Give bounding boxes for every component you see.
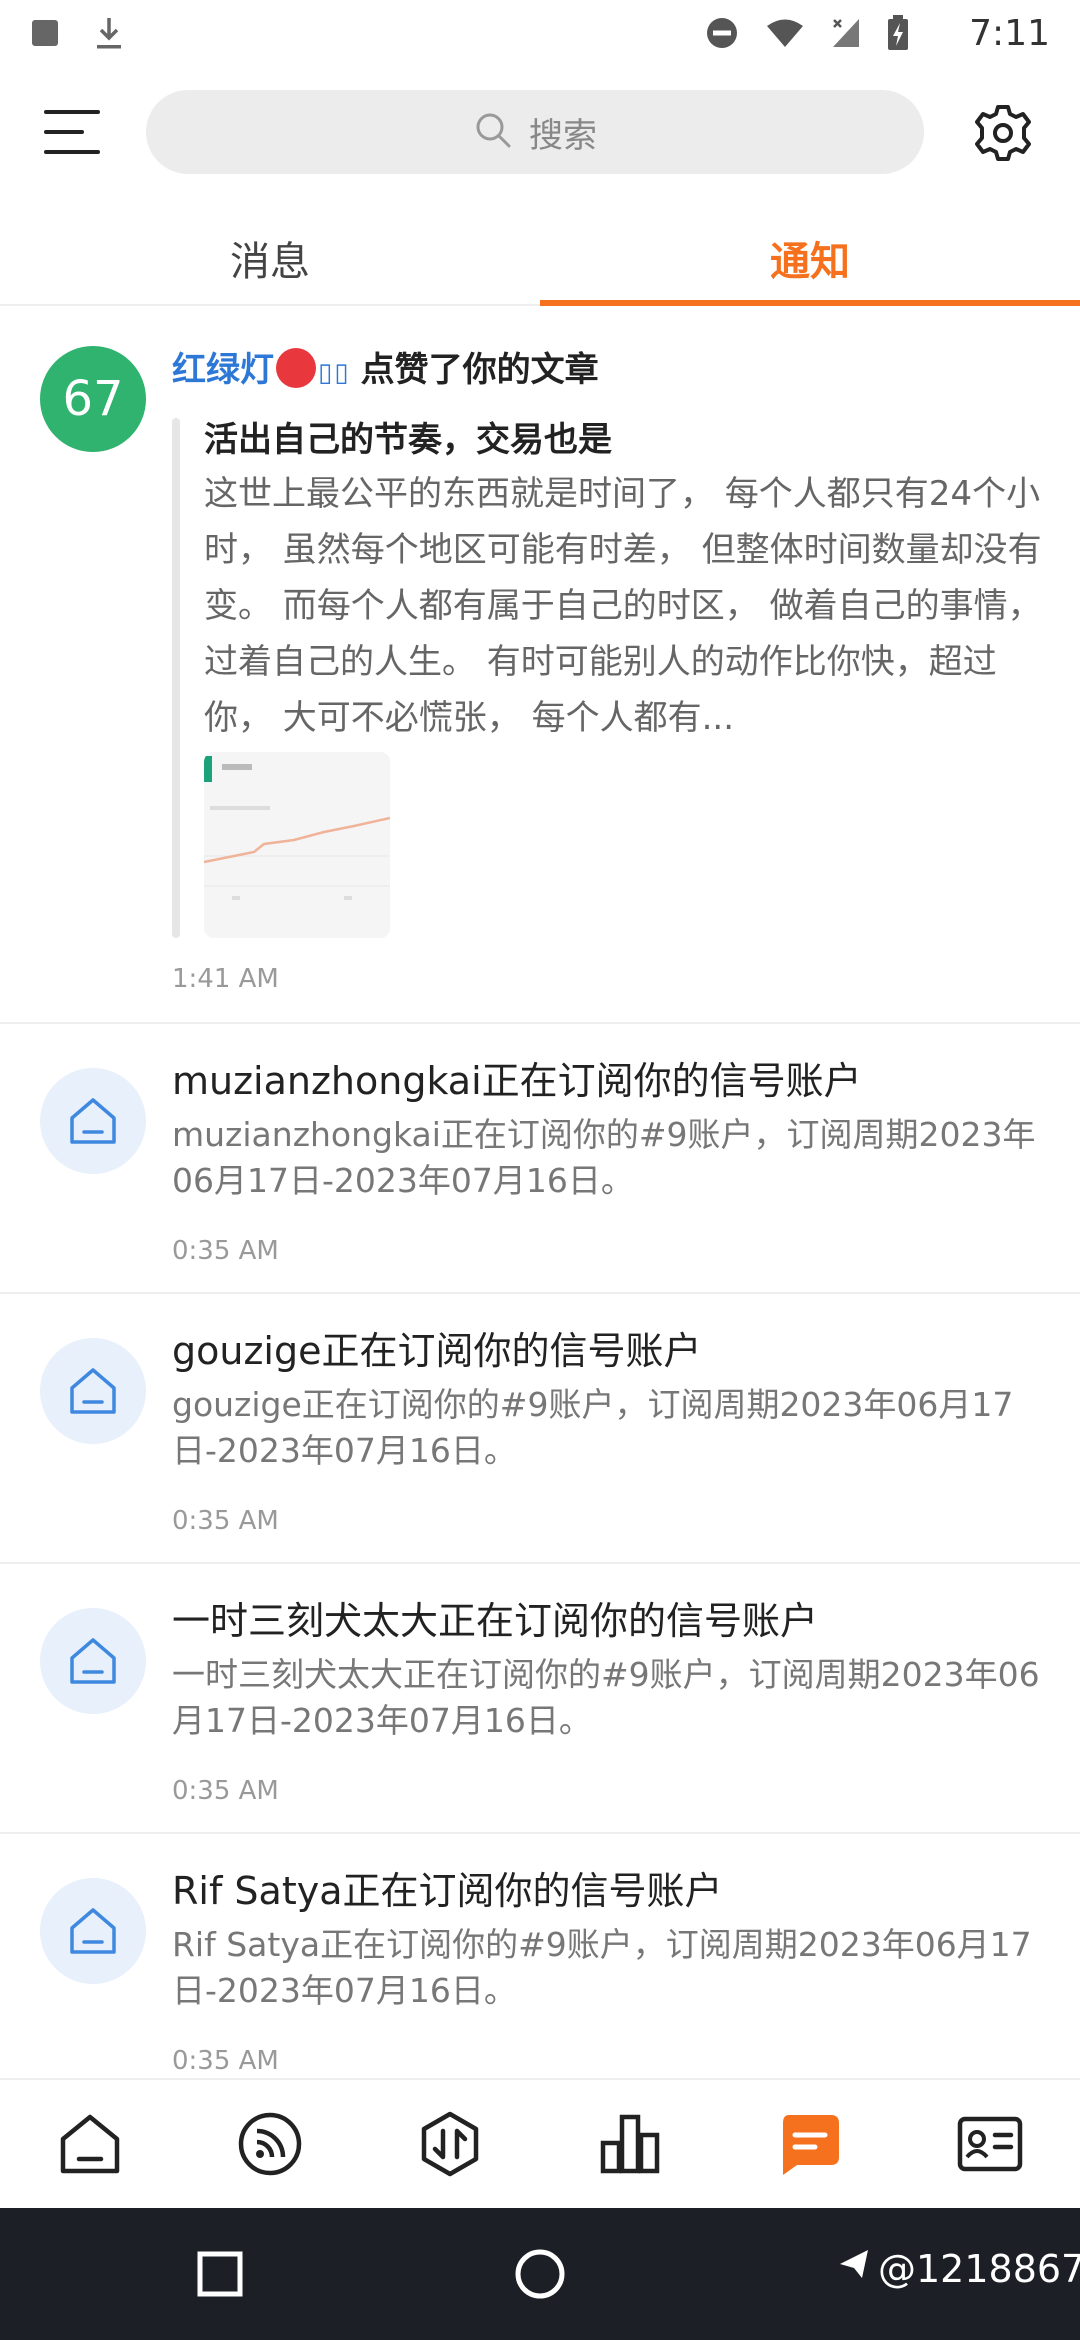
avatar[interactable]: 67 xyxy=(40,346,146,452)
notification-title: Rif Satya正在订阅你的信号账户 xyxy=(172,1869,723,1913)
messages-icon[interactable] xyxy=(720,2080,900,2208)
like-user-name[interactable]: 红绿灯 xyxy=(172,350,274,390)
watermark-logo-icon xyxy=(836,2246,872,2291)
emoji-placeholder-icon: ▯▯ xyxy=(318,358,351,388)
watermark: @1218867 xyxy=(836,2246,1080,2291)
search-placeholder: 搜索 xyxy=(529,115,597,156)
download-icon xyxy=(94,16,124,50)
feed-icon[interactable] xyxy=(180,2080,360,2208)
house-icon xyxy=(40,1878,146,1984)
article-title[interactable]: 活出自己的节奏，交易也是 xyxy=(204,412,612,461)
like-title: 红绿灯 ▯▯ 点赞了你的文章 xyxy=(172,342,599,391)
do-not-disturb-icon xyxy=(705,16,739,50)
like-notification[interactable]: 67 红绿灯 ▯▯ 点赞了你的文章 活出自己的节奏，交易也是 这世上最公平的东西就是… xyxy=(0,308,1080,1024)
top-bar: 搜索 xyxy=(0,88,1080,176)
house-icon xyxy=(40,1338,146,1444)
house-icon xyxy=(40,1608,146,1714)
bottom-navigation xyxy=(0,2078,1080,2208)
settings-gear-icon[interactable] xyxy=(972,102,1034,164)
active-tab-indicator xyxy=(540,300,1080,306)
chart-icon[interactable] xyxy=(540,2080,720,2208)
profile-card-icon[interactable] xyxy=(900,2080,1080,2208)
status-bar: 7:11 xyxy=(0,0,1080,66)
system-navigation-bar: @1218867 xyxy=(0,2208,1080,2340)
square-notification-icon xyxy=(30,18,60,48)
wifi-icon xyxy=(765,17,805,49)
tab-messages[interactable]: 消息 xyxy=(0,210,540,306)
like-action: 点赞了你的文章 xyxy=(360,350,599,390)
notification-body: 一时三刻犬太大正在订阅你的#9账户，订阅周期2023年06月17日-2023年0… xyxy=(172,1655,1040,1740)
notification-list: 67 红绿灯 ▯▯ 点赞了你的文章 活出自己的节奏，交易也是 这世上最公平的东西就是… xyxy=(0,308,1080,2078)
subscription-notification[interactable]: gouzige正在订阅你的信号账户 gouzige正在订阅你的#9账户，订阅周期… xyxy=(0,1294,1080,1564)
status-time: 7:11 xyxy=(969,12,1050,54)
article-thumbnail[interactable] xyxy=(204,752,390,938)
battery-charging-icon xyxy=(887,15,909,51)
watermark-text: @1218867 xyxy=(878,2246,1080,2291)
search-input[interactable]: 搜索 xyxy=(146,90,924,174)
notification-title: 一时三刻犬太大正在订阅你的信号账户 xyxy=(172,1599,819,1643)
timestamp: 0:35 AM xyxy=(172,1236,279,1266)
subscription-notification[interactable]: Rif Satya正在订阅你的信号账户 Rif Satya正在订阅你的#9账户，… xyxy=(0,1834,1080,2078)
red-dot-badge-icon xyxy=(276,348,316,388)
timestamp: 0:35 AM xyxy=(172,2046,279,2076)
notification-body: Rif Satya正在订阅你的#9账户，订阅周期2023年06月17日-2023… xyxy=(172,1925,1032,2010)
notification-title: gouzige正在订阅你的信号账户 xyxy=(172,1329,702,1373)
timestamp: 0:35 AM xyxy=(172,1776,279,1806)
recent-apps-icon[interactable] xyxy=(196,2250,244,2298)
timestamp: 0:35 AM xyxy=(172,1506,279,1536)
subscription-notification[interactable]: muzianzhongkai正在订阅你的信号账户 muzianzhongkai正… xyxy=(0,1024,1080,1294)
home-button-icon[interactable] xyxy=(514,2248,566,2300)
tab-notifications[interactable]: 通知 xyxy=(540,210,1080,306)
menu-icon[interactable] xyxy=(40,102,104,162)
home-icon[interactable] xyxy=(0,2080,180,2208)
house-icon xyxy=(40,1068,146,1174)
timestamp: 1:41 AM xyxy=(172,964,279,994)
search-icon xyxy=(473,110,513,154)
notification-body: muzianzhongkai正在订阅你的#9账户，订阅周期2023年06月17日… xyxy=(172,1115,1036,1200)
notification-body: gouzige正在订阅你的#9账户，订阅周期2023年06月17日-2023年0… xyxy=(172,1385,1014,1470)
tab-bar: 消息 通知 xyxy=(0,210,1080,306)
notification-title: muzianzhongkai正在订阅你的信号账户 xyxy=(172,1059,862,1103)
quote-bar xyxy=(172,418,180,938)
subscription-notification[interactable]: 一时三刻犬太大正在订阅你的信号账户 一时三刻犬太大正在订阅你的#9账户，订阅周期… xyxy=(0,1564,1080,1834)
signal-icon xyxy=(831,17,861,49)
article-excerpt: 这世上最公平的东西就是时间了， 每个人都只有24个小时， 虽然每个地区可能有时差… xyxy=(204,474,1042,738)
trade-icon[interactable] xyxy=(360,2080,540,2208)
